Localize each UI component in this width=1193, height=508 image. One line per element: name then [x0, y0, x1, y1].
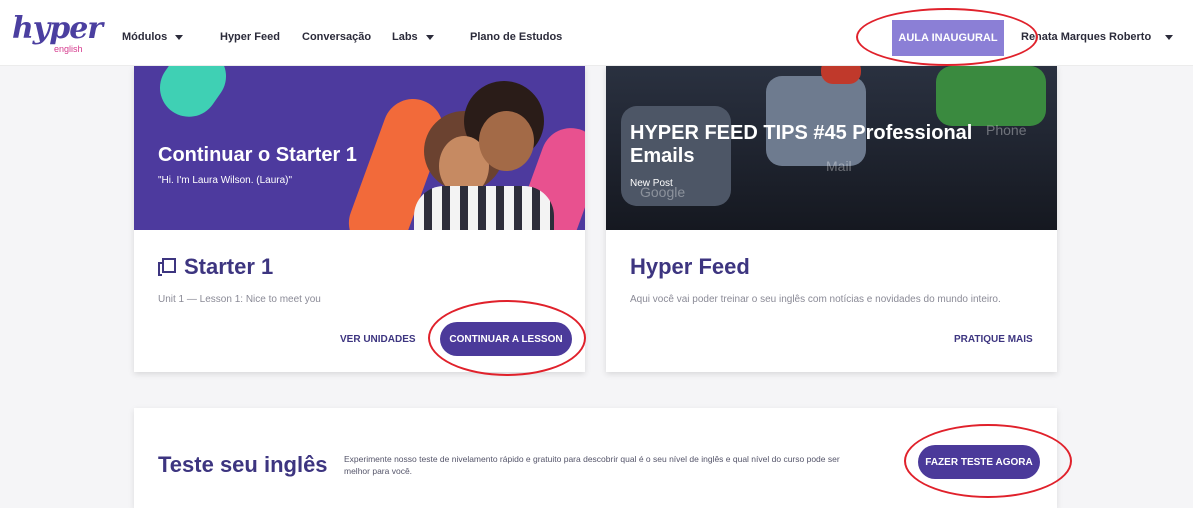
nav-label: Módulos — [122, 31, 168, 43]
annotation-ellipse — [856, 8, 1038, 66]
hyper-english-logo[interactable]: hyper english — [12, 11, 103, 58]
banner-title: Teste seu inglês — [158, 452, 328, 477]
chevron-down-icon — [1165, 34, 1174, 40]
annotation-ellipse — [904, 424, 1072, 498]
nav-item-conversacao[interactable]: Conversação — [302, 31, 371, 43]
hero-subtitle: New Post — [630, 178, 673, 189]
hero-title: HYPER FEED TIPS #45 Professional Emails — [630, 122, 973, 167]
photo-person-face — [479, 111, 534, 171]
nav-item-plano-de-estudos[interactable]: Plano de Estudos — [470, 31, 562, 43]
photo-person-shirt — [414, 186, 554, 230]
user-menu[interactable]: Renata Marques Roberto — [1021, 31, 1174, 43]
nav-item-labs[interactable]: Labs — [392, 31, 434, 43]
nav-label: Labs — [392, 31, 418, 43]
chevron-down-icon — [175, 34, 184, 40]
card-title: Hyper Feed — [630, 254, 750, 280]
card-title: Starter 1 — [158, 254, 273, 280]
logo-wordmark: hyper — [12, 11, 103, 46]
banner-description: Experimente nosso teste de nivelamento r… — [344, 454, 840, 476]
card-description: Aqui você vai poder treinar o seu inglês… — [630, 294, 1001, 305]
hyper-feed-card: Mail Google Phone HYPER FEED TIPS #45 Pr… — [606, 66, 1057, 372]
nav-label: Plano de Estudos — [470, 31, 563, 43]
hero-title: Continuar o Starter 1 — [158, 144, 357, 166]
nav-label: Hyper Feed — [220, 31, 280, 43]
pratique-mais-button[interactable]: PRATIQUE MAIS — [954, 334, 1033, 345]
phone-app-icon — [936, 66, 1046, 126]
feed-hero-banner[interactable]: Mail Google Phone HYPER FEED TIPS #45 Pr… — [606, 66, 1057, 230]
ver-unidades-button[interactable]: VER UNIDADES — [340, 334, 416, 345]
card-title-text: Hyper Feed — [630, 254, 750, 279]
card-description: Unit 1 — Lesson 1: Nice to meet you — [158, 294, 321, 305]
nav-label: Conversação — [302, 31, 372, 43]
nav-item-hyper-feed[interactable]: Hyper Feed — [220, 31, 280, 43]
card-title-text: Starter 1 — [184, 254, 274, 279]
chevron-down-icon — [425, 34, 434, 40]
hero-subtitle: "Hi. I'm Laura Wilson. (Laura)" — [158, 175, 293, 186]
starter-hero-banner[interactable]: Continuar o Starter 1 "Hi. I'm Laura Wil… — [134, 66, 585, 230]
decorative-shape — [148, 66, 238, 129]
book-number-icon — [158, 258, 176, 276]
nav-item-modulos[interactable]: Módulos — [122, 31, 184, 43]
logo-subtitle: english — [54, 44, 83, 54]
notification-badge — [821, 66, 861, 84]
annotation-ellipse — [428, 300, 586, 376]
user-name: Renata Marques Roberto — [1021, 31, 1152, 43]
